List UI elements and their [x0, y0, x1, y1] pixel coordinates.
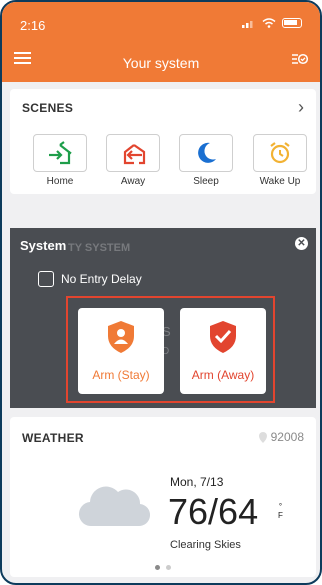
signal-icon	[242, 21, 253, 28]
security-background-label: TY SYSTEM	[68, 242, 131, 254]
page-dot[interactable]	[166, 565, 171, 570]
scene-sleep-button[interactable]: Sleep	[179, 134, 233, 187]
weather-location[interactable]: 92008	[258, 430, 304, 444]
app-header: 2:16 Your system	[2, 2, 320, 82]
scene-label: Away	[120, 176, 146, 187]
degree-symbol: °	[278, 502, 283, 511]
cloud-icon	[79, 486, 150, 527]
close-icon[interactable]: ✕	[295, 237, 308, 250]
page-indicator	[10, 565, 316, 570]
chevron-right-icon[interactable]: ›	[298, 97, 304, 118]
scenes-title: SCENES	[22, 101, 74, 115]
checklist-icon[interactable]	[292, 52, 309, 69]
shield-check-icon	[210, 321, 236, 353]
status-icons	[242, 18, 302, 28]
arm-away-button[interactable]: Arm (Away)	[180, 308, 266, 394]
temperature-unit: ° F	[278, 502, 283, 520]
scene-away-button[interactable]: Away	[106, 134, 160, 187]
page-dot-active[interactable]	[155, 565, 160, 570]
shield-person-icon	[108, 321, 134, 353]
alarm-clock-icon	[270, 142, 290, 164]
battery-icon	[282, 18, 302, 28]
weather-temperature: 76/64	[168, 491, 259, 532]
home-leave-icon	[123, 144, 146, 165]
weather-date: Mon, 7/13	[170, 475, 224, 489]
moon-icon	[198, 142, 216, 163]
scenes-card: SCENES › Home Away Sleep Wake Up	[10, 89, 316, 194]
wifi-icon	[262, 18, 276, 28]
phone-screen: 2:16 Your system SCENES › Home Away Slee…	[0, 0, 322, 585]
no-entry-delay-label: No Entry Delay	[61, 272, 142, 286]
scene-label: Home	[46, 176, 74, 187]
scene-label: Sleep	[193, 176, 219, 187]
weather-zip: 92008	[270, 430, 304, 444]
header-title: Your system	[122, 55, 200, 71]
status-time: 2:16	[20, 18, 46, 33]
checkbox-box[interactable]	[38, 271, 54, 287]
fahrenheit-label: F	[278, 511, 283, 520]
scene-label: Wake Up	[259, 176, 301, 187]
arm-stay-button[interactable]: Arm (Stay)	[78, 308, 164, 394]
location-pin-icon	[258, 431, 267, 443]
weather-condition: Clearing Skies	[170, 539, 241, 551]
scene-home-button[interactable]: Home	[33, 134, 87, 187]
weather-title: WEATHER	[22, 431, 84, 445]
security-title: System	[20, 238, 67, 253]
security-panel: TY SYSTEM System ✕ No Entry Delay S D Ar…	[10, 228, 316, 408]
arm-stay-label: Arm (Stay)	[92, 368, 150, 382]
no-entry-delay-checkbox[interactable]: No Entry Delay	[38, 271, 142, 287]
weather-card: WEATHER 92008 Mon, 7/13 76/64 ° F Cleari…	[10, 417, 316, 577]
arm-away-label: Arm (Away)	[191, 368, 255, 382]
home-arrive-icon	[49, 141, 72, 165]
scene-wake-up-button[interactable]: Wake Up	[253, 134, 307, 187]
